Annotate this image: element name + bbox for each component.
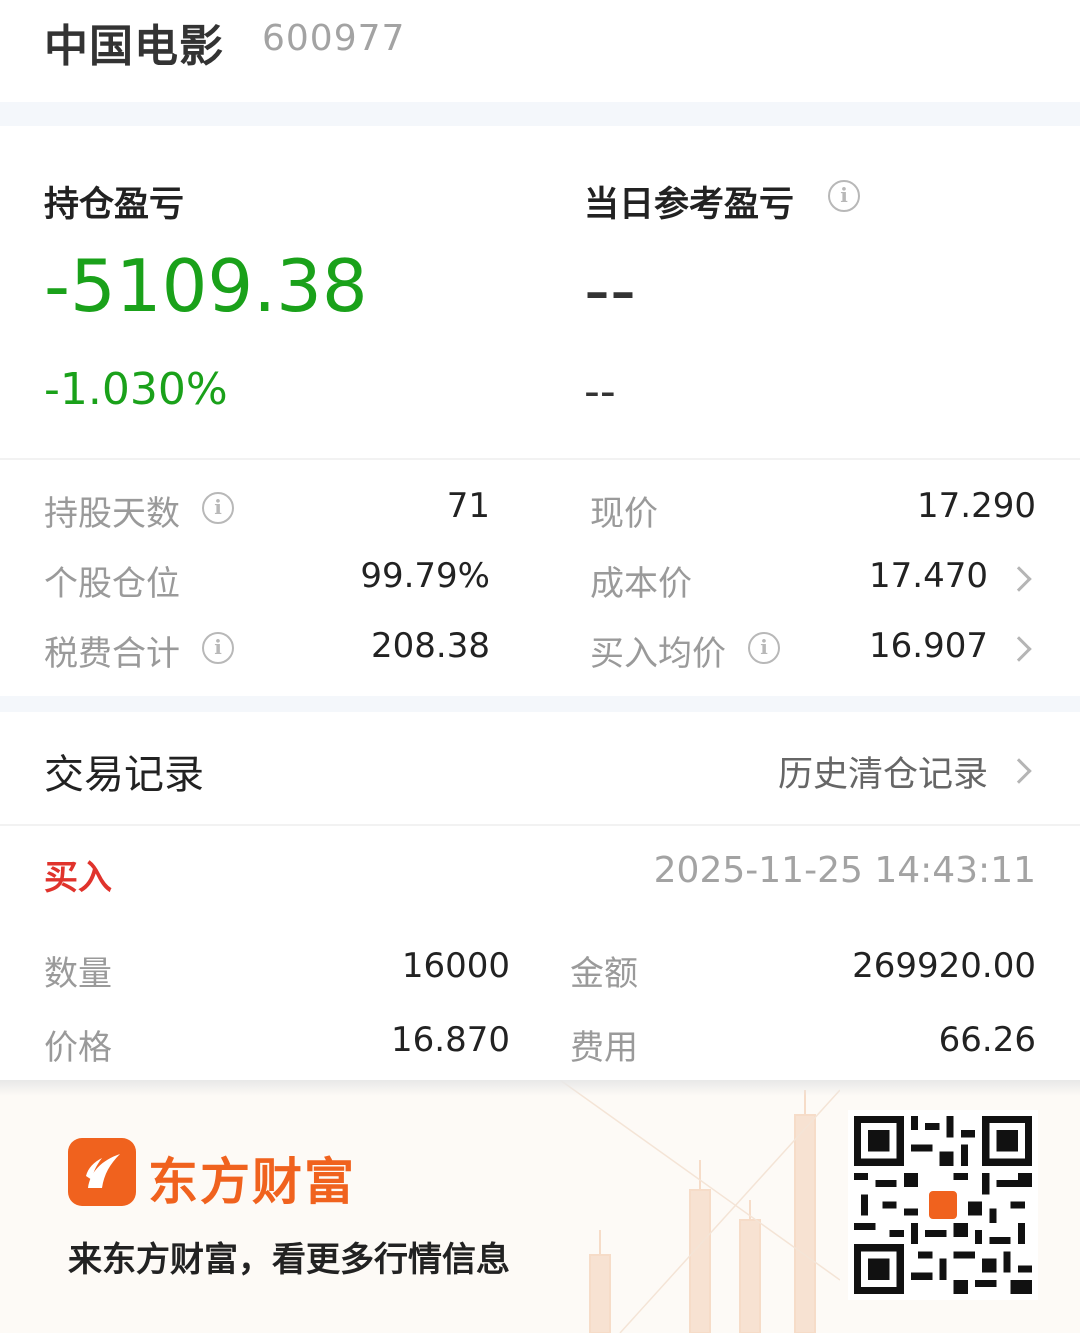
fee-value: 66.26 xyxy=(938,1020,1036,1060)
chevron-right-icon[interactable] xyxy=(1006,636,1032,662)
hold-days-value: 71 xyxy=(446,486,490,526)
amount-label: 金额 xyxy=(570,954,638,994)
holding-pnl-value: -5109.38 xyxy=(44,244,368,328)
section-gap xyxy=(0,696,1080,712)
candlestick-background xyxy=(560,1080,840,1333)
cost-price-label[interactable]: 成本价 xyxy=(590,556,692,605)
position-ratio-value: 99.79% xyxy=(360,556,490,596)
stock-code: 600977 xyxy=(262,18,406,59)
trade-records-header: 交易记录 历史清仓记录 xyxy=(0,712,1080,824)
holding-pnl-percent: -1.030% xyxy=(44,364,228,415)
history-clearance-link[interactable]: 历史清仓记录 xyxy=(778,746,988,797)
eastmoney-logo-icon xyxy=(926,1188,960,1222)
position-stats: 持股天数 i 71 现价 17.290 个股仓位 99.79% 成本价 17.4… xyxy=(0,460,1080,696)
brand-name: 东方财富 xyxy=(148,1153,356,1211)
fee-label: 费用 xyxy=(570,1028,638,1068)
info-icon[interactable]: i xyxy=(828,180,860,212)
price-label: 价格 xyxy=(44,1028,112,1068)
avg-buy-price-label[interactable]: 买入均价 xyxy=(590,626,726,675)
promo-footer: 东方财富 来东方财富，看更多行情信息 xyxy=(0,1080,1080,1333)
quantity-value: 16000 xyxy=(401,946,510,986)
section-gap xyxy=(0,102,1080,126)
info-icon[interactable]: i xyxy=(748,632,780,664)
current-price-label: 现价 xyxy=(590,494,658,534)
trade-records-title: 交易记录 xyxy=(44,752,204,798)
avg-buy-price-value[interactable]: 16.907 xyxy=(869,626,988,666)
footer-shadow xyxy=(0,1080,1080,1096)
cost-price-value[interactable]: 17.470 xyxy=(869,556,988,596)
info-icon[interactable]: i xyxy=(202,492,234,524)
stock-name: 中国电影 xyxy=(44,21,224,72)
promo-slogan: 来东方财富，看更多行情信息 xyxy=(68,1240,510,1280)
trade-type-badge: 买入 xyxy=(44,858,112,898)
trade-record[interactable]: 买入 2025-11-25 14:43:11 数量 16000 金额 26992… xyxy=(0,826,1080,1080)
amount-value: 269920.00 xyxy=(852,946,1036,986)
chevron-right-icon[interactable] xyxy=(1006,758,1032,784)
pnl-summary: 持仓盈亏 -5109.38 -1.030% 当日参考盈亏 i -- -- xyxy=(0,126,1080,458)
hold-days-label: 持股天数 xyxy=(44,494,180,534)
daily-pnl-value: -- xyxy=(584,248,636,332)
eastmoney-logo-icon xyxy=(68,1138,136,1206)
chevron-right-icon[interactable] xyxy=(1006,566,1032,592)
quantity-label: 数量 xyxy=(44,954,112,994)
fee-total-label: 税费合计 xyxy=(44,634,180,674)
current-price-value: 17.290 xyxy=(917,486,1036,526)
stock-header: 中国电影 600977 xyxy=(0,0,1080,102)
holding-pnl-label: 持仓盈亏 xyxy=(44,185,185,225)
daily-pnl-label: 当日参考盈亏 xyxy=(584,185,795,225)
trade-time: 2025-11-25 14:43:11 xyxy=(653,850,1036,891)
fee-total-value: 208.38 xyxy=(371,626,490,666)
daily-pnl-percent: -- xyxy=(584,366,616,417)
position-ratio-label: 个股仓位 xyxy=(44,564,180,604)
price-value: 16.870 xyxy=(391,1020,510,1060)
qr-code[interactable] xyxy=(848,1110,1038,1300)
info-icon[interactable]: i xyxy=(202,632,234,664)
